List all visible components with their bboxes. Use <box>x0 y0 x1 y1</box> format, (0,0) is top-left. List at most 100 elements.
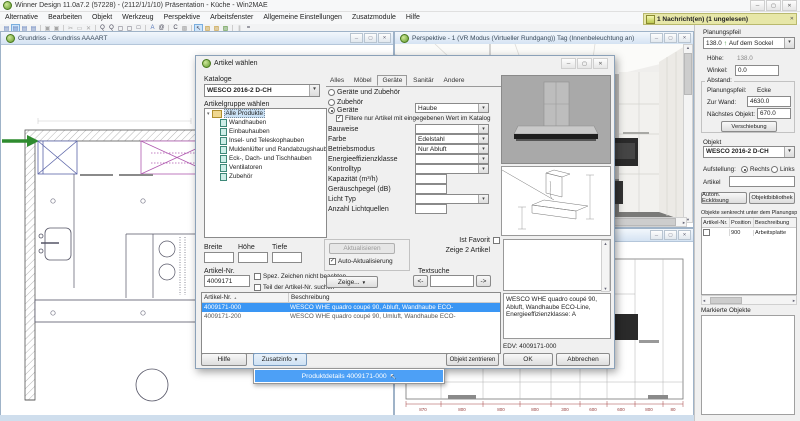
grundriss-minimize-icon[interactable]: ─ <box>350 33 363 43</box>
hscroll-thumb[interactable] <box>614 218 676 226</box>
scroll-right-icon[interactable]: ► <box>792 298 796 303</box>
filter-checkbox[interactable] <box>336 115 343 122</box>
abbrechen-button[interactable]: Abbrechen <box>556 353 610 366</box>
tree-item-insel[interactable]: Insel- und Teleskophauben <box>205 136 326 145</box>
zur-wand-field[interactable]: 4630.0 <box>747 96 791 107</box>
kapazitaet-field[interactable] <box>415 174 447 184</box>
perspektive-minimize-icon[interactable]: ─ <box>650 33 663 43</box>
grundriss-close-icon[interactable]: ✕ <box>378 33 391 43</box>
notification-close-icon[interactable]: ✕ <box>790 16 794 22</box>
tree-item-alle-produkte[interactable]: ▾ Alle Produkte <box>205 109 326 118</box>
zusatzinfo-button[interactable]: Zusatzinfo ▼ <box>253 353 307 366</box>
perspektive-vscrollbar[interactable]: ▲ ▼ <box>683 44 693 223</box>
geraetetyp-select[interactable]: Haube <box>415 103 489 113</box>
artikelgruppe-tree[interactable]: ▾ Alle Produkte Wandhauben Einbauhauben … <box>204 108 327 238</box>
tree-item-zubehoer[interactable]: Zubehör <box>205 172 326 181</box>
geraeuschpegel-field[interactable] <box>415 184 447 194</box>
auto-aktualisierung-checkbox[interactable] <box>329 258 336 265</box>
grundriss-maximize-icon[interactable]: ▢ <box>364 33 377 43</box>
textsuche-field[interactable] <box>430 275 474 287</box>
dialog-minimize-icon[interactable]: ─ <box>561 58 576 69</box>
naechstes-objekt-field[interactable]: 670.0 <box>757 108 791 119</box>
menu-hilfe[interactable]: Hilfe <box>401 12 425 24</box>
energieeffizienz-select[interactable] <box>415 154 489 164</box>
kataloge-select[interactable]: WESCO 2016-2 D-CH <box>204 84 320 97</box>
objekt-select[interactable]: WESCO 2016-2 D-CH <box>703 146 795 158</box>
spez-zeichen-checkbox[interactable] <box>254 273 261 280</box>
elevation-maximize-icon[interactable]: ▢ <box>664 230 677 240</box>
close-icon[interactable]: ✕ <box>782 0 797 11</box>
results-table[interactable]: Artikel-Nr. ▲ Beschreibung 4009171-000 W… <box>201 292 501 354</box>
produktdetails-menu-item[interactable]: Produktdetails 4009171-000 ↖ <box>255 370 443 382</box>
licht-typ-select[interactable] <box>415 194 489 204</box>
scroll-up-icon[interactable]: ▲ <box>686 45 690 50</box>
menu-bearbeiten[interactable]: Bearbeiten <box>43 12 87 24</box>
geraete-und-zubehoer-radio[interactable] <box>328 89 335 96</box>
col-position[interactable]: Position <box>730 218 754 227</box>
table-hscroll-thumb[interactable] <box>710 297 742 304</box>
tiefe-field[interactable] <box>272 252 302 263</box>
artikel-field[interactable] <box>729 176 795 187</box>
autom-eckloesung-button[interactable]: Autom. Ecklösung <box>701 192 747 204</box>
table-row[interactable]: 900 Arbeitsplatte <box>702 228 796 237</box>
scroll-right-icon[interactable]: ► <box>682 220 686 225</box>
dialog-close-icon[interactable]: ✕ <box>593 58 608 69</box>
winkel-field[interactable]: 0.0 <box>735 65 779 76</box>
zeige-button[interactable]: Zeige... ▼ <box>326 276 378 288</box>
betriebsmodus-select[interactable]: Nur Abluft <box>415 144 489 154</box>
rechts-radio[interactable] <box>741 166 748 173</box>
notification-bar[interactable]: 1 Nachricht(en) (1 ungelesen) ✕ <box>643 13 797 25</box>
menu-zusatzmodule[interactable]: Zusatzmodule <box>347 12 401 24</box>
dialog-titlebar[interactable]: Artikel wählen ─ ▢ ✕ <box>196 56 614 71</box>
verschiebung-button[interactable]: Verschiebung <box>721 121 777 132</box>
menu-werkzeug[interactable]: Werkzeug <box>117 12 158 24</box>
result-row-selected[interactable]: 4009171-000 WESCO WHE quadro coupé 90, A… <box>202 303 500 312</box>
perspektive-maximize-icon[interactable]: ▢ <box>664 33 677 43</box>
bauweise-select[interactable] <box>415 124 489 134</box>
hilfe-button[interactable]: Hilfe <box>201 353 247 366</box>
menu-arbeitsfenster[interactable]: Arbeitsfenster <box>205 12 258 24</box>
perspektive-close-icon[interactable]: ✕ <box>678 33 691 43</box>
grundriss-titlebar[interactable]: Grundriss - Grundriss AAAART ─ ▢ ✕ <box>1 32 393 45</box>
textsuche-next-button[interactable]: -> <box>476 275 491 287</box>
scroll-up-icon[interactable]: ▲ <box>604 241 608 246</box>
anzahl-lichtquellen-field[interactable] <box>415 204 447 214</box>
menu-alternative[interactable]: Alternative <box>0 12 43 24</box>
preview-vscrollbar[interactable]: ▲ ▼ <box>601 240 610 292</box>
results-header[interactable]: Artikel-Nr. ▲ Beschreibung <box>202 293 500 303</box>
row-checkbox[interactable] <box>703 229 710 236</box>
kontrolltyp-select[interactable] <box>415 164 489 174</box>
vscroll-thumb[interactable] <box>684 53 692 95</box>
ok-button[interactable]: OK <box>503 353 553 366</box>
tab-moebel[interactable]: Möbel <box>350 76 376 85</box>
ist-favorit-checkbox[interactable] <box>493 237 500 244</box>
aktualisieren-button[interactable]: Aktualisieren <box>329 243 395 254</box>
objekte-table[interactable]: Artikel-Nr. Position Beschreibung 900 Ar… <box>701 217 797 295</box>
objektbibliothek-button[interactable]: Objektbibliothek <box>749 192 795 204</box>
dialog-maximize-icon[interactable]: ▢ <box>577 58 592 69</box>
minimize-icon[interactable]: ─ <box>750 0 765 11</box>
tree-item-muldenluefter[interactable]: Muldenlüfter und Randabzugshauben <box>205 145 326 154</box>
geraete-radio[interactable] <box>328 107 335 114</box>
tree-item-wandhauben[interactable]: Wandhauben <box>205 118 326 127</box>
result-row[interactable]: 4009171-200 WESCO WHE quadro coupé 90, U… <box>202 312 500 321</box>
artikelnr-field[interactable]: 4009171 <box>204 275 250 287</box>
elevation-close-icon[interactable]: ✕ <box>678 230 691 240</box>
tab-alles[interactable]: Alles <box>326 76 348 85</box>
links-radio[interactable] <box>771 166 778 173</box>
menu-allgemeine-einstellungen[interactable]: Allgemeine Einstellungen <box>258 12 347 24</box>
textsuche-prev-button[interactable]: <- <box>413 275 428 287</box>
elevation-minimize-icon[interactable]: ─ <box>650 230 663 240</box>
farbe-select[interactable]: Edelstahl <box>415 134 489 144</box>
tree-item-ventilatoren[interactable]: Ventilatoren <box>205 163 326 172</box>
scroll-left-icon[interactable]: ◄ <box>702 298 706 303</box>
hoehe-field[interactable] <box>238 252 268 263</box>
markierte-objekte-list[interactable] <box>701 315 795 415</box>
col-artikelnr[interactable]: Artikel-Nr. <box>702 218 730 227</box>
breite-field[interactable] <box>204 252 234 263</box>
tab-geraete[interactable]: Geräte <box>377 75 407 86</box>
menu-perspektive[interactable]: Perspektive <box>159 12 206 24</box>
objekt-zentrieren-button[interactable]: Objekt zentrieren <box>446 353 499 366</box>
tree-item-einbauhauben[interactable]: Einbauhauben <box>205 127 326 136</box>
menu-objekt[interactable]: Objekt <box>87 12 117 24</box>
